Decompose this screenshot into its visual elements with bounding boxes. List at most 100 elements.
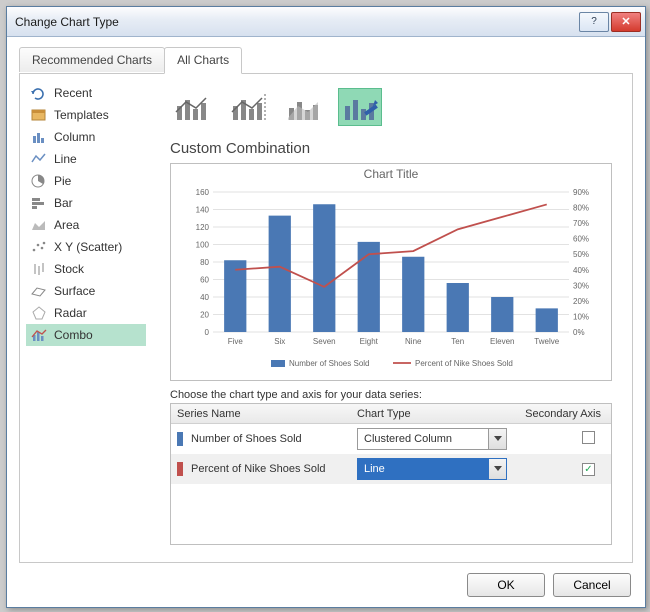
- series-grid-header: Series Name Chart Type Secondary Axis: [171, 404, 611, 424]
- series-row[interactable]: Number of Shoes Sold Clustered Column: [171, 424, 611, 454]
- svg-text:Nine: Nine: [405, 337, 422, 346]
- ok-button[interactable]: OK: [467, 573, 545, 597]
- svg-text:Number of Shoes Sold: Number of Shoes Sold: [289, 359, 370, 368]
- sidebar-item-label: Radar: [54, 306, 87, 320]
- svg-text:Five: Five: [228, 337, 244, 346]
- series-row[interactable]: Percent of Nike Shoes SoldLine✓: [171, 454, 611, 484]
- secondary-axis-checkbox[interactable]: ✓: [582, 463, 595, 476]
- svg-text:30%: 30%: [573, 281, 589, 290]
- svg-text:Ten: Ten: [451, 337, 464, 346]
- chevron-down-icon[interactable]: [488, 459, 506, 479]
- combo-thumb-custom[interactable]: [338, 88, 382, 126]
- combo-thumb-2[interactable]: [226, 88, 270, 126]
- sidebar-item-label: Line: [54, 152, 77, 166]
- combo-thumb-3[interactable]: [282, 88, 326, 126]
- sidebar-item-surface[interactable]: Surface: [26, 280, 146, 302]
- chart-type-value: Line: [358, 463, 488, 475]
- chart-type-combo[interactable]: Clustered Column: [357, 428, 507, 450]
- sidebar-item-combo[interactable]: Combo: [26, 324, 146, 346]
- svg-text:Seven: Seven: [313, 337, 336, 346]
- section-title: Custom Combination: [160, 138, 622, 161]
- sidebar-item-label: Combo: [54, 328, 93, 342]
- tab-recommended[interactable]: Recommended Charts: [19, 47, 165, 72]
- line-icon: [30, 151, 48, 167]
- dialog: Change Chart Type ? ✕ Recommended Charts…: [6, 6, 646, 608]
- svg-text:60%: 60%: [573, 235, 589, 244]
- combo-subtype-row: [160, 82, 622, 138]
- svg-text:Eleven: Eleven: [490, 337, 514, 346]
- tab-all-charts[interactable]: All Charts: [164, 47, 242, 74]
- cancel-button[interactable]: Cancel: [553, 573, 631, 597]
- stock-icon: [30, 261, 48, 277]
- sidebar-item-stock[interactable]: Stock: [26, 258, 146, 280]
- svg-text:Chart Title: Chart Title: [364, 167, 419, 181]
- sidebar-item-label: Stock: [54, 262, 84, 276]
- sidebar-item-line[interactable]: Line: [26, 148, 146, 170]
- templates-icon: [30, 107, 48, 123]
- combo-icon: [30, 327, 48, 343]
- sidebar-item-label: Bar: [54, 196, 73, 210]
- svg-text:Eight: Eight: [360, 337, 379, 346]
- pie-icon: [30, 173, 48, 189]
- svg-text:90%: 90%: [573, 188, 589, 197]
- chart-svg: Chart Title0204060801001201401600%10%20%…: [171, 164, 611, 380]
- svg-text:70%: 70%: [573, 219, 589, 228]
- tabstrip: Recommended Charts All Charts: [19, 47, 241, 75]
- series-name: Number of Shoes Sold: [191, 433, 302, 445]
- sidebar-item-label: Column: [54, 130, 95, 144]
- svg-text:80%: 80%: [573, 204, 589, 213]
- surface-icon: [30, 283, 48, 299]
- svg-text:160: 160: [196, 188, 210, 197]
- col-header-axis: Secondary Axis: [511, 408, 611, 420]
- tabpanel-all-charts: Recent Templates Column Line Pie: [19, 73, 633, 563]
- svg-text:20: 20: [200, 311, 209, 320]
- dialog-buttons: OK Cancel: [467, 573, 631, 597]
- svg-text:10%: 10%: [573, 312, 589, 321]
- radar-icon: [30, 305, 48, 321]
- bar-icon: [30, 195, 48, 211]
- chart-type-combo[interactable]: Line: [357, 458, 507, 480]
- series-swatch: [177, 462, 183, 476]
- sidebar-item-radar[interactable]: Radar: [26, 302, 146, 324]
- svg-text:40: 40: [200, 293, 209, 302]
- svg-text:20%: 20%: [573, 297, 589, 306]
- recent-icon: [30, 85, 48, 101]
- chevron-down-icon[interactable]: [488, 429, 506, 449]
- sidebar-item-label: Pie: [54, 174, 71, 188]
- sidebar-item-area[interactable]: Area: [26, 214, 146, 236]
- area-icon: [30, 217, 48, 233]
- svg-text:0%: 0%: [573, 328, 585, 337]
- dialog-title: Change Chart Type: [15, 15, 577, 29]
- chart-preview[interactable]: Chart Title0204060801001201401600%10%20%…: [170, 163, 612, 381]
- svg-text:140: 140: [196, 206, 210, 215]
- scatter-icon: [30, 239, 48, 255]
- sidebar-item-templates[interactable]: Templates: [26, 104, 146, 126]
- sidebar-item-label: X Y (Scatter): [54, 240, 122, 254]
- sidebar-item-column[interactable]: Column: [26, 126, 146, 148]
- combo-thumb-1[interactable]: [170, 88, 214, 126]
- svg-text:40%: 40%: [573, 266, 589, 275]
- svg-text:Twelve: Twelve: [534, 337, 559, 346]
- sidebar-item-bar[interactable]: Bar: [26, 192, 146, 214]
- secondary-axis-checkbox[interactable]: [582, 431, 595, 444]
- col-header-type: Chart Type: [351, 408, 511, 420]
- sidebar-item-label: Recent: [54, 86, 92, 100]
- sidebar-item-recent[interactable]: Recent: [26, 82, 146, 104]
- help-button[interactable]: ?: [579, 12, 609, 32]
- sidebar-item-pie[interactable]: Pie: [26, 170, 146, 192]
- svg-text:50%: 50%: [573, 250, 589, 259]
- svg-text:Percent of Nike Shoes Sold: Percent of Nike Shoes Sold: [415, 359, 513, 368]
- column-icon: [30, 129, 48, 145]
- sidebar-item-scatter[interactable]: X Y (Scatter): [26, 236, 146, 258]
- series-grid: Series Name Chart Type Secondary Axis Nu…: [170, 403, 612, 545]
- main-panel: Custom Combination Chart Title0204060801…: [160, 82, 622, 552]
- series-swatch: [177, 432, 183, 446]
- svg-text:0: 0: [205, 328, 210, 337]
- svg-text:100: 100: [196, 241, 210, 250]
- sidebar-item-label: Area: [54, 218, 79, 232]
- chart-type-value: Clustered Column: [358, 433, 488, 445]
- close-button[interactable]: ✕: [611, 12, 641, 32]
- svg-text:Six: Six: [274, 337, 285, 346]
- svg-text:80: 80: [200, 258, 209, 267]
- titlebar[interactable]: Change Chart Type ? ✕: [7, 7, 645, 37]
